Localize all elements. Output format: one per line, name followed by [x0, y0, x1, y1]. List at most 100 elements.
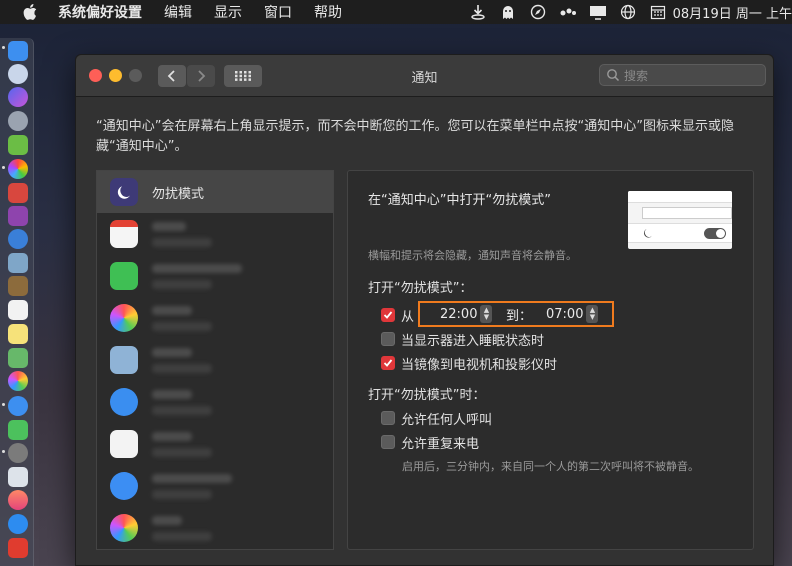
blurred-text: [152, 532, 212, 541]
menu-app-name[interactable]: 系统偏好设置: [58, 2, 142, 22]
preview-app-icon: [110, 346, 138, 374]
list-item[interactable]: [97, 255, 333, 297]
dock-running-indicator: [2, 450, 5, 453]
messages-icon[interactable]: [8, 396, 28, 416]
calendar-icon[interactable]: [649, 3, 667, 21]
ghost-icon[interactable]: [499, 3, 517, 21]
list-item[interactable]: [97, 381, 333, 423]
blurred-text: [152, 390, 192, 399]
preview-tabs: [642, 207, 732, 219]
sleep-checkbox[interactable]: [381, 332, 395, 346]
app-list[interactable]: 勿扰模式: [96, 170, 334, 550]
launchpad-icon[interactable]: [8, 111, 28, 131]
messages-app-icon: [110, 388, 138, 416]
blurred-text: [152, 432, 192, 441]
blurred-text: [152, 406, 212, 415]
allow-calls-label: 允许任何人呼叫: [401, 412, 493, 428]
schedule-option[interactable]: 从: [381, 306, 415, 325]
siri-icon[interactable]: [8, 64, 28, 84]
blurred-text: [152, 448, 212, 457]
blurred-text: [152, 306, 192, 315]
sleep-option[interactable]: 当显示器进入睡眠状态时: [381, 330, 544, 349]
dock: [0, 38, 34, 566]
system-preferences-icon[interactable]: [8, 443, 28, 463]
facetime-app-icon: [110, 262, 138, 290]
to-time-field[interactable]: 07:00 ▲ ▼: [546, 304, 599, 324]
from-time-value[interactable]: 22:00: [440, 307, 477, 322]
list-item[interactable]: [97, 213, 333, 255]
mirror-label: 当镜像到电视机和投影仪时: [401, 357, 558, 373]
repeat-calls-label: 允许重复来电: [401, 436, 480, 452]
blurred-text: [152, 348, 192, 357]
globe-icon[interactable]: [619, 3, 637, 21]
list-item[interactable]: [97, 465, 333, 507]
menu-edit[interactable]: 编辑: [164, 2, 192, 22]
finder-icon[interactable]: [8, 41, 28, 61]
blurred-text: [152, 222, 186, 231]
download-icon[interactable]: [469, 3, 487, 21]
list-item[interactable]: [97, 507, 333, 549]
menu-view[interactable]: 显示: [214, 2, 242, 22]
blurred-text: [152, 322, 212, 331]
mirror-checkbox[interactable]: [381, 356, 395, 370]
dock-running-indicator: [2, 403, 5, 406]
from-time-field[interactable]: 22:00 ▲ ▼: [440, 304, 493, 324]
menubar-clock[interactable]: 08月19日 周一 上午: [673, 3, 792, 22]
color-app-icon[interactable]: [8, 159, 28, 179]
section-turn-on-label: 打开“勿扰模式”：: [368, 281, 473, 296]
dock-running-indicator: [2, 46, 5, 49]
contacts-icon[interactable]: [8, 276, 28, 296]
preview-menubar: [628, 191, 732, 203]
photos-app-icon: [110, 514, 138, 542]
repeat-calls-option[interactable]: 允许重复来电: [381, 433, 480, 452]
list-item-do-not-disturb[interactable]: 勿扰模式: [97, 171, 333, 213]
menu-window[interactable]: 窗口: [264, 2, 292, 22]
notes-icon[interactable]: [8, 324, 28, 344]
to-label: 到：: [506, 308, 533, 324]
list-item[interactable]: [97, 339, 333, 381]
panel-heading: 在“通知中心”中打开“勿扰模式”: [368, 193, 551, 208]
dots-icon[interactable]: [559, 3, 577, 21]
list-item[interactable]: [97, 297, 333, 339]
allow-calls-checkbox[interactable]: [381, 411, 395, 425]
photos-icon[interactable]: [8, 371, 28, 391]
from-label: 从: [401, 309, 415, 325]
blue-app-icon[interactable]: [8, 229, 28, 249]
from-checkbox[interactable]: [381, 308, 395, 322]
reminders-app-icon: [110, 430, 138, 458]
repeat-calls-note: 启用后，三分钟内，来自同一个人的第二次呼叫将不被静音。: [402, 460, 699, 473]
list-item[interactable]: [97, 423, 333, 465]
to-time-stepper[interactable]: ▲ ▼: [586, 305, 599, 323]
vivaldi-icon[interactable]: [8, 538, 28, 558]
to-time-value[interactable]: 07:00: [546, 307, 583, 322]
search-field[interactable]: 搜索: [599, 64, 766, 86]
calendar-dock-icon[interactable]: [8, 300, 28, 320]
purple-app-icon[interactable]: [8, 206, 28, 226]
preview-toggle: [704, 228, 726, 239]
app-store-icon[interactable]: [8, 514, 28, 534]
preferences-window: 通知 搜索 “通知中心”会在屏幕右上角显示提示，而不会中断您的工作。您可以在菜单…: [75, 54, 774, 566]
doc-icon[interactable]: [8, 467, 28, 487]
repeat-calls-checkbox[interactable]: [381, 435, 395, 449]
android-icon[interactable]: [8, 135, 28, 155]
preview-moon-icon: [644, 229, 653, 238]
display-icon[interactable]: [589, 3, 607, 21]
window-titlebar[interactable]: 通知 搜索: [76, 55, 773, 97]
game-center-app-icon: [110, 304, 138, 332]
font-app-icon[interactable]: [8, 183, 28, 203]
apple-menu-icon[interactable]: [20, 2, 40, 22]
menu-help[interactable]: 帮助: [314, 2, 342, 22]
mirror-option[interactable]: 当镜像到电视机和投影仪时: [381, 354, 558, 373]
from-time-stepper[interactable]: ▲ ▼: [480, 305, 493, 323]
search-placeholder: 搜索: [624, 68, 649, 83]
compass-icon[interactable]: [529, 3, 547, 21]
facetime-icon[interactable]: [8, 420, 28, 440]
blurred-text: [152, 364, 212, 373]
allow-calls-option[interactable]: 允许任何人呼叫: [381, 409, 493, 428]
calendar-app-icon: [110, 220, 138, 248]
siri-alt-icon[interactable]: [8, 87, 28, 107]
preview-icon[interactable]: [8, 253, 28, 273]
maps-icon[interactable]: [8, 348, 28, 368]
search-icon: [606, 68, 620, 82]
music-icon[interactable]: [8, 490, 28, 510]
